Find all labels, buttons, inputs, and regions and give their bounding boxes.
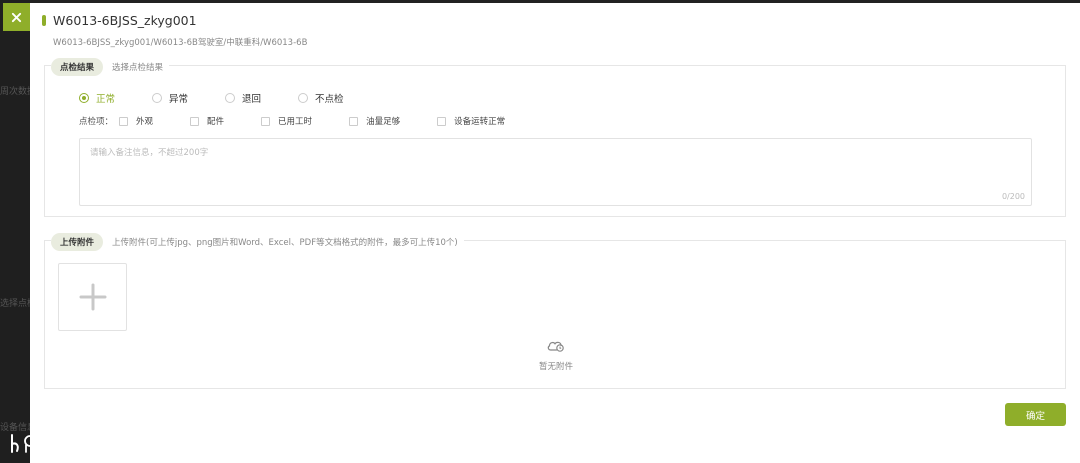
check-running-normal[interactable]: 设备运转正常 — [437, 115, 505, 127]
checkbox — [261, 116, 271, 126]
remark-textarea[interactable]: 请输入备注信息，不超过200字 0/200 — [79, 138, 1032, 206]
backdrop-snippet: 周次数据 — [0, 87, 30, 97]
section-hint-result: 选择点检结果 — [112, 63, 164, 73]
checkbox — [437, 116, 447, 126]
confirm-button[interactable]: 确定 — [1005, 403, 1066, 426]
page-title: W6013-6BJSS_zkyg001 — [53, 13, 197, 28]
checkbox — [119, 116, 129, 126]
backdrop-snippet: 选择点检 — [0, 299, 30, 309]
check-label: 设备运转正常 — [454, 117, 506, 127]
panel-header: W6013-6BJSS_zkyg001 W6013-6BJSS_zkyg001/… — [42, 13, 307, 48]
checkbox — [190, 116, 200, 126]
radio-dot — [79, 93, 89, 103]
attachment-section: 上传附件 上传附件(可上传jpg、png图片和Word、Excel、PDF等文档… — [44, 233, 1067, 389]
checks-label: 点检项： — [79, 117, 114, 127]
inspection-panel: W6013-6BJSS_zkyg001 W6013-6BJSS_zkyg001/… — [30, 3, 1080, 463]
watermark-text: 大数跨境 — [51, 434, 132, 456]
cloud-link-icon — [547, 341, 564, 352]
remark-placeholder: 请输入备注信息，不超过200字 — [90, 148, 209, 158]
result-radio-group: 正常 异常 退回 不点检 — [79, 91, 381, 105]
section-badge-attachment: 上传附件 — [51, 233, 104, 251]
kpo-logo-icon — [11, 433, 47, 453]
char-counter: 0/200 — [1001, 192, 1025, 201]
radio-label: 退回 — [242, 94, 262, 105]
check-label: 已用工时 — [278, 117, 313, 127]
empty-state: 暂无附件 — [45, 339, 1067, 372]
upload-button[interactable] — [58, 263, 127, 331]
radio-dot — [225, 93, 236, 103]
inspection-items: 点检项： 外观 配件 已用工时 油量足够 设备运转正常 — [79, 115, 542, 127]
check-appearance[interactable]: 外观 — [119, 115, 153, 127]
radio-skip[interactable]: 不点检 — [298, 91, 344, 105]
radio-return[interactable]: 退回 — [225, 91, 261, 105]
title-marker — [42, 15, 46, 26]
radio-label: 不点检 — [315, 94, 344, 105]
check-label: 外观 — [136, 117, 154, 127]
inspection-result-section: 点检结果 选择点检结果 正常 异常 退回 不点检 点检项： 外观 配件 已用工时… — [44, 58, 1066, 217]
radio-normal[interactable]: 正常 — [79, 91, 115, 105]
radio-label: 异常 — [169, 94, 189, 105]
close-icon — [11, 12, 22, 22]
radio-label: 正常 — [96, 94, 116, 105]
empty-text: 暂无附件 — [538, 362, 573, 372]
check-label: 配件 — [207, 117, 225, 127]
device-path: W6013-6BJSS_zkyg001/W6013-6B驾驶室/中联重科/W60… — [53, 38, 308, 48]
check-accessories[interactable]: 配件 — [190, 115, 224, 127]
plus-icon — [79, 283, 106, 311]
section-badge-result: 点检结果 — [51, 58, 104, 76]
checkbox — [349, 116, 359, 126]
check-fuel-sufficient[interactable]: 油量足够 — [349, 115, 400, 127]
watermark: 大数跨境 — [9, 430, 131, 457]
radio-abnormal[interactable]: 异常 — [152, 91, 188, 105]
close-button[interactable] — [3, 3, 30, 31]
section-hint-attachment: 上传附件(可上传jpg、png图片和Word、Excel、PDF等文档格式的附件… — [112, 238, 458, 248]
backdrop: 周次数据 选择点检 设备信息 — [0, 0, 30, 463]
check-label: 油量足够 — [366, 117, 401, 127]
radio-dot — [152, 93, 163, 103]
radio-dot — [298, 93, 309, 103]
check-hours-used[interactable]: 已用工时 — [261, 115, 312, 127]
